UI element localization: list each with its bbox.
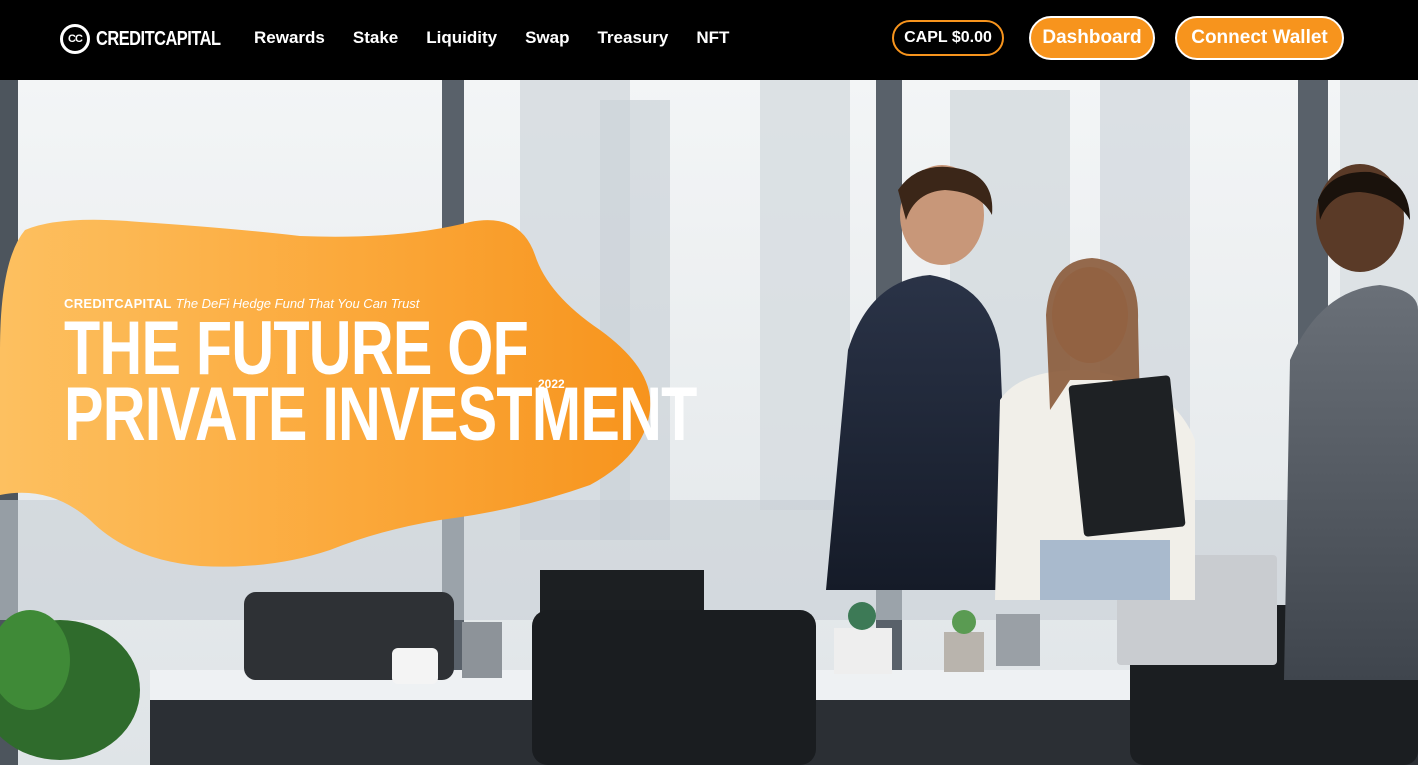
hero-headline: THE FUTURE OF PRIVATE INVESTMENT bbox=[64, 311, 697, 457]
brand-name: CREDITCAPITAL bbox=[96, 27, 221, 50]
cc-logo-icon: CC bbox=[60, 24, 90, 54]
connect-wallet-button[interactable]: Connect Wallet bbox=[1175, 16, 1344, 60]
top-navbar: CC CREDITCAPITAL Rewards Stake Liquidity… bbox=[0, 0, 1418, 80]
nav-stake[interactable]: Stake bbox=[353, 27, 398, 49]
hero-headline-line2: PRIVATE INVESTMENT bbox=[64, 372, 697, 457]
hero-year: 2022 bbox=[538, 377, 565, 391]
hero-banner: CREDITCAPITAL The DeFi Hedge Fund That Yo… bbox=[0, 80, 1418, 765]
main-nav: Rewards Stake Liquidity Swap Treasury NF… bbox=[254, 27, 757, 49]
token-price-badge: CAPL $0.00 bbox=[892, 20, 1004, 56]
nav-rewards[interactable]: Rewards bbox=[254, 27, 325, 49]
brand-logo[interactable]: CC CREDITCAPITAL bbox=[60, 21, 248, 57]
hero-copy: CREDITCAPITAL The DeFi Hedge Fund That Yo… bbox=[64, 296, 875, 457]
nav-nft[interactable]: NFT bbox=[696, 27, 729, 49]
dashboard-button[interactable]: Dashboard bbox=[1029, 16, 1155, 60]
nav-swap[interactable]: Swap bbox=[525, 27, 569, 49]
nav-liquidity[interactable]: Liquidity bbox=[426, 27, 497, 49]
nav-treasury[interactable]: Treasury bbox=[597, 27, 668, 49]
